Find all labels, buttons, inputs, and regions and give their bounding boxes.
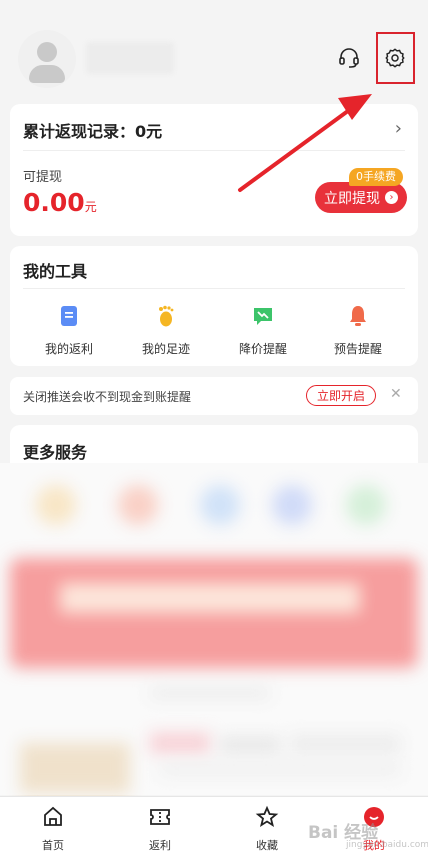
nav-item-home[interactable]: 首页 bbox=[18, 805, 88, 853]
nav-item-rebate[interactable]: 返利 bbox=[125, 805, 195, 853]
home-icon bbox=[44, 806, 62, 826]
nav-label: 收藏 bbox=[256, 839, 278, 852]
nav-item-favorites[interactable]: 收藏 bbox=[232, 805, 302, 853]
star-icon bbox=[255, 805, 279, 827]
nav-label: 首页 bbox=[42, 839, 64, 852]
ticket-icon bbox=[150, 809, 170, 825]
annotation-arrow bbox=[238, 94, 372, 192]
watermark-url: jingyan.baidu.com bbox=[346, 840, 428, 850]
nav-label: 返利 bbox=[149, 839, 171, 852]
